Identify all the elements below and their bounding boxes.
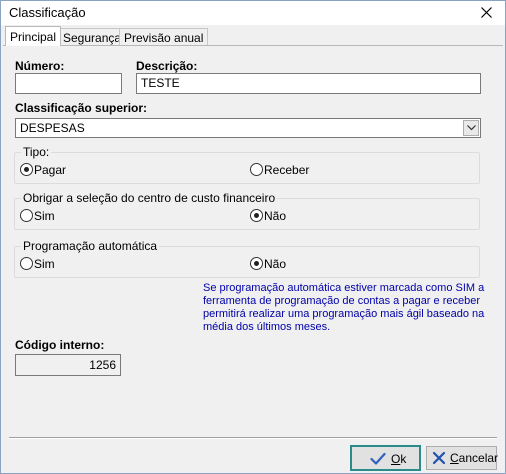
radio-circle — [20, 163, 33, 176]
tab-previsao-anual[interactable]: Previsão anual — [119, 28, 209, 45]
ok-button-label: Ok — [391, 452, 406, 466]
programacao-sim-radio[interactable]: Sim — [20, 257, 55, 271]
radio-label: Sim — [34, 257, 55, 271]
codigo-interno-field: 1256 — [15, 354, 121, 376]
cancel-button-label: Cancelar — [450, 451, 498, 465]
radio-label: Receber — [264, 163, 310, 177]
programacao-nao-radio[interactable]: Não — [250, 257, 286, 271]
descricao-input[interactable]: TESTE — [136, 73, 481, 94]
classificacao-superior-select[interactable]: DESPESAS — [15, 118, 481, 138]
tab-principal[interactable]: Principal — [5, 26, 62, 46]
centro-custo-nao-radio[interactable]: Não — [250, 209, 286, 223]
radio-circle — [20, 209, 33, 222]
cancel-accelerator: C — [450, 451, 459, 465]
classificacao-superior-label: Classificação superior: — [15, 101, 148, 115]
dialog-window: Classificação Principal Segurança Previs… — [0, 0, 506, 474]
cancel-button[interactable]: Cancelar — [426, 446, 498, 470]
radio-label: Não — [264, 257, 287, 271]
programacao-info-text: Se programação automática estiver marcad… — [203, 282, 485, 333]
cancel-label-rest: ancelar — [458, 451, 499, 465]
radio-circle — [20, 257, 33, 270]
cancel-x-icon — [432, 451, 446, 465]
codigo-interno-label: Código interno: — [15, 338, 105, 352]
radio-circle — [250, 257, 263, 270]
title-bar: Classificação — [1, 1, 505, 25]
tipo-pagar-radio[interactable]: Pagar — [20, 163, 66, 177]
window-title: Classificação — [9, 5, 86, 20]
tab-strip: Principal Segurança Previsão anual — [3, 26, 503, 46]
radio-circle — [250, 163, 263, 176]
radio-label: Não — [264, 209, 287, 223]
tab-label: Principal — [10, 30, 57, 44]
radio-label: Sim — [34, 209, 55, 223]
centro-custo-caption: Obrigar a seleção do centro de custo fin… — [21, 191, 278, 205]
tab-seguranca[interactable]: Segurança — [58, 28, 127, 45]
programacao-group: Programação automática Sim Não — [14, 239, 480, 278]
centro-custo-sim-radio[interactable]: Sim — [20, 209, 55, 223]
radio-label: Pagar — [34, 163, 67, 177]
tab-label: Previsão anual — [124, 31, 204, 45]
close-icon — [481, 7, 492, 18]
dropdown-button[interactable] — [463, 120, 479, 136]
tab-panel-principal: Número: Descrição: TESTE Classificação s… — [3, 45, 503, 445]
radio-circle — [250, 209, 263, 222]
numero-input[interactable] — [15, 73, 122, 94]
ok-button[interactable]: Ok — [350, 445, 421, 471]
programacao-caption: Programação automática — [21, 239, 160, 253]
footer-separator — [9, 437, 497, 439]
numero-label: Número: — [15, 59, 65, 73]
chevron-down-icon — [467, 125, 476, 131]
descricao-label: Descrição: — [136, 59, 198, 73]
tipo-caption: Tipo: — [21, 145, 52, 159]
ok-label-rest: k — [400, 452, 407, 466]
close-button[interactable] — [471, 1, 501, 25]
ok-accelerator: O — [391, 452, 401, 466]
check-icon — [370, 452, 386, 465]
centro-custo-group: Obrigar a seleção do centro de custo fin… — [14, 191, 480, 230]
classificacao-superior-value: DESPESAS — [20, 121, 85, 135]
tipo-receber-radio[interactable]: Receber — [250, 163, 309, 177]
tab-label: Segurança — [63, 31, 122, 45]
tipo-group: Tipo: Pagar Receber — [14, 145, 480, 184]
